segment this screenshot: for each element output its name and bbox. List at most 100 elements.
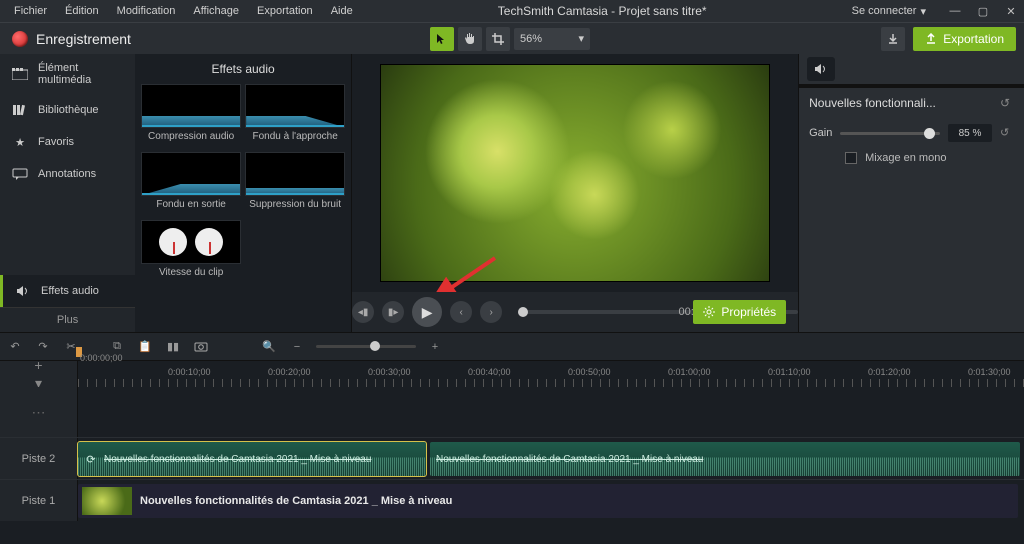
ruler-label: 0:01:20;00 [868,367,911,377]
sidebar-item-media[interactable]: Élément multimédia [0,54,135,94]
ruler-label: 0:01:10;00 [768,367,811,377]
clip-audio[interactable]: Nouvelles fonctionnalités de Camtasia 20… [430,442,1020,476]
redo-button[interactable]: ↷ [34,338,52,356]
zoom-in-button[interactable]: + [426,338,444,356]
screenshot-button[interactable] [192,338,210,356]
zoom-out-button[interactable]: − [288,338,306,356]
library-icon [12,102,28,118]
menu-help[interactable]: Aide [323,3,361,19]
sidebar: Élément multimédia Bibliothèque ★ Favoris… [0,54,135,332]
canvas-zoom-select[interactable]: 56%▾ [514,28,590,50]
track-2-lane[interactable]: ⟳ Nouvelles fonctionnalités de Camtasia … [78,438,1024,479]
effect-clip-speed[interactable]: Vitesse du clip [141,220,241,284]
select-tool[interactable] [430,27,454,51]
reset-icon[interactable]: ↺ [1000,96,1014,110]
ruler-label: 0:01:00;00 [668,367,711,377]
effect-fade-out[interactable]: Fondu en sortie [141,152,241,216]
sidebar-label: Annotations [38,168,96,180]
reset-gain-icon[interactable]: ↺ [1000,126,1014,140]
effect-label: Suppression du bruit [249,196,341,216]
chevron-down-icon: ▾ [578,32,584,45]
menu-view[interactable]: Affichage [185,3,247,19]
maximize-button[interactable]: ▢ [976,4,990,18]
play-button[interactable]: ▶ [412,297,442,327]
workspace: Élément multimédia Bibliothèque ★ Favoris… [0,54,1024,332]
close-button[interactable]: ✕ [1004,4,1018,18]
star-icon: ★ [12,134,28,150]
minimize-button[interactable]: — [948,4,962,18]
record-button[interactable]: Enregistrement [0,23,143,54]
track-options-icon[interactable]: ⋯ [32,404,46,421]
add-track-button[interactable]: + [34,357,42,373]
sidebar-label: Élément multimédia [38,62,123,86]
track-1-header[interactable]: Piste 1 [0,480,78,521]
effect-compression[interactable]: Compression audio [141,84,241,148]
properties-button[interactable]: Propriétés [693,300,786,324]
sidebar-item-audio-effects[interactable]: Effets audio [0,275,135,307]
canvas-tools: 56%▾ [430,27,590,51]
sidebar-item-annotations[interactable]: Annotations [0,158,135,190]
next-marker-button[interactable]: › [480,301,502,323]
track-2-header[interactable]: Piste 2 [0,438,78,479]
timeline-ruler[interactable]: + ▾ 0:00:00;00 0:00:10;00 0:00:20;00 0:0… [0,361,1024,387]
timeline-zoom-slider[interactable] [316,345,416,348]
effect-noise-removal[interactable]: Suppression du bruit [245,152,345,216]
main-toolbar: Enregistrement 56%▾ Exportation [0,22,1024,54]
sidebar-item-library[interactable]: Bibliothèque [0,94,135,126]
crop-tool[interactable] [486,27,510,51]
effect-fade-in[interactable]: Fondu à l'approche [245,84,345,148]
playhead[interactable] [78,361,79,369]
export-button[interactable]: Exportation [913,27,1016,51]
prev-frame-button[interactable]: ◂▮ [352,301,374,323]
properties-panel: Nouvelles fonctionnali... ↺ Gain 85 % ↺ … [798,54,1024,332]
sidebar-label: Effets audio [41,285,99,297]
gain-value[interactable]: 85 % [948,124,992,142]
zoom-handle[interactable] [370,341,380,351]
next-frame-button[interactable]: ▮▸ [382,301,404,323]
pan-tool[interactable] [458,27,482,51]
export-label: Exportation [943,32,1004,46]
ruler-label: 0:00:30;00 [368,367,411,377]
sidebar-item-favorites[interactable]: ★ Favoris [0,126,135,158]
signin-button[interactable]: Se connecter▾ [844,3,934,20]
track-1: Piste 1 Nouvelles fonctionnalités de Cam… [0,479,1024,521]
download-button[interactable] [881,27,905,51]
record-icon [12,31,28,47]
menu-export[interactable]: Exportation [249,3,321,19]
prev-marker-button[interactable]: ‹ [450,301,472,323]
preview-area: ◂▮ ▮▸ ▶ ‹ › 00:00 / 07:36 30 ips Proprié… [352,54,798,332]
preview-frame [380,64,770,282]
menu-modify[interactable]: Modification [109,3,184,19]
track-1-lane[interactable]: Nouvelles fonctionnalités de Camtasia 20… [78,480,1024,521]
clip-name: Nouvelles fonctionnalités de Camtasia 20… [104,454,371,465]
clip-audio-selected[interactable]: ⟳ Nouvelles fonctionnalités de Camtasia … [78,442,426,476]
zoom-fit-button[interactable]: 🔍 [260,338,278,356]
menu-file[interactable]: Fichier [6,3,55,19]
clip-video[interactable]: Nouvelles fonctionnalités de Camtasia 20… [78,484,1018,518]
audio-properties-tab[interactable] [807,57,835,81]
ruler-scale[interactable]: 0:00:00;00 0:00:10;00 0:00:20;00 0:00:30… [78,361,1024,387]
clip-effect-icon: ⟳ [84,452,98,466]
undo-button[interactable]: ↶ [6,338,24,356]
menu-edit[interactable]: Édition [57,3,107,19]
ruler-label: 0:00:10;00 [168,367,211,377]
media-bin-icon [12,66,28,82]
split-button[interactable]: ▮▮ [164,338,182,356]
mono-checkbox[interactable] [845,152,857,164]
window-title: TechSmith Camtasia - Projet sans titre* [363,4,842,18]
gain-slider[interactable] [840,132,940,135]
canvas[interactable] [352,54,798,292]
properties-label: Propriétés [721,305,776,319]
slider-handle[interactable] [924,128,935,139]
sidebar-more[interactable]: Plus [0,307,135,332]
paste-button[interactable]: 📋 [136,338,154,356]
seek-handle[interactable] [518,307,528,317]
menu-bar: Fichier Édition Modification Affichage E… [0,0,1024,22]
speaker-icon [15,283,31,299]
playback-controls: ◂▮ ▮▸ ▶ ‹ › 00:00 / 07:36 30 ips Proprié… [352,292,798,332]
effect-label: Fondu en sortie [156,196,226,216]
track-2: Piste 2 ⟳ Nouvelles fonctionnalités de C… [0,437,1024,479]
effect-label: Vitesse du clip [159,264,223,284]
sidebar-label: Favoris [38,136,74,148]
annotation-icon [12,166,28,182]
